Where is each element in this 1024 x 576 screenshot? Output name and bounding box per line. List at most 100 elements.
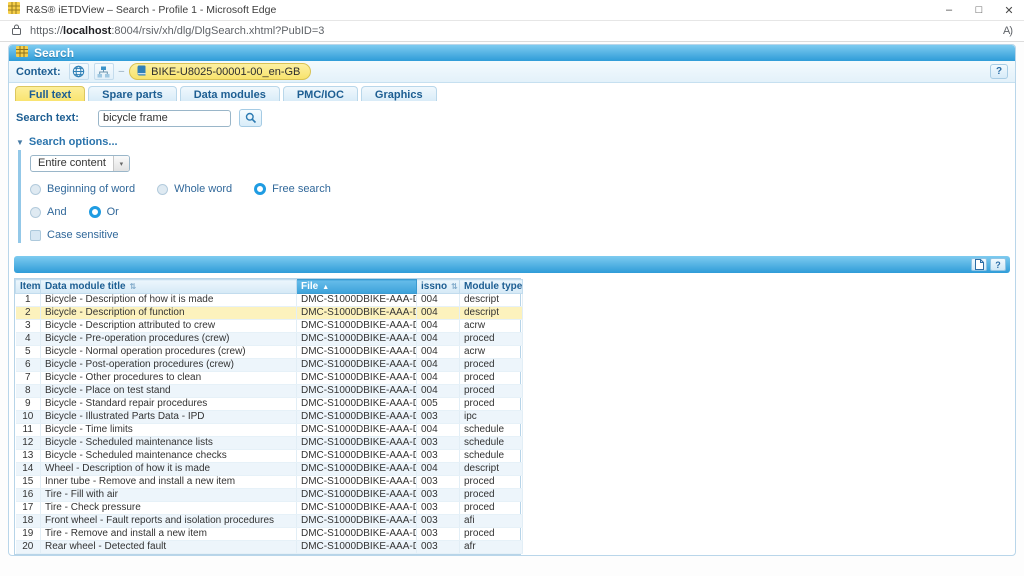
- scope-dropdown[interactable]: Entire content ▾: [30, 155, 130, 172]
- cell-file: DMC-S1000DBIKE-AAA-D00-00...: [297, 346, 417, 359]
- tab-spare-parts[interactable]: Spare parts: [88, 86, 177, 101]
- dropdown-arrow-icon[interactable]: ▾: [113, 156, 129, 171]
- cell-issno: 004: [417, 320, 460, 333]
- column-header-title[interactable]: Data module title⇅: [41, 280, 297, 294]
- checkbox-icon[interactable]: [30, 230, 41, 241]
- case-sensitive-option[interactable]: Case sensitive: [30, 229, 119, 241]
- app-favicon: [8, 1, 20, 19]
- cell-item: 13: [16, 450, 41, 463]
- table-row[interactable]: 10Bicycle - Illustrated Parts Data - IPD…: [16, 411, 523, 424]
- context-label: Context:: [16, 66, 61, 78]
- table-row[interactable]: 8Bicycle - Place on test standDMC-S1000D…: [16, 385, 523, 398]
- cell-file: DMC-S1000DBIKE-AAA-DA0-00...: [297, 463, 417, 476]
- read-aloud-icon[interactable]: A): [1003, 25, 1012, 37]
- match-mode-group: Beginning of word Whole word Free search: [30, 183, 1015, 195]
- cell-title: Tire - Fill with air: [41, 489, 297, 502]
- table-row[interactable]: 7Bicycle - Other procedures to cleanDMC-…: [16, 372, 523, 385]
- radio-and[interactable]: And: [30, 206, 67, 218]
- cell-issno: 003: [417, 541, 460, 554]
- radio-or[interactable]: Or: [89, 206, 119, 218]
- cell-file: DMC-S1000DBIKE-AAA-D00-00...: [297, 359, 417, 372]
- publication-context-button[interactable]: BIKE-U8025-00001-00_en-GB: [129, 63, 311, 80]
- table-row[interactable]: 19Tire - Remove and install a new itemDM…: [16, 528, 523, 541]
- cell-file: DMC-S1000DBIKE-AAA-DA0-10...: [297, 476, 417, 489]
- table-row[interactable]: 4Bicycle - Pre-operation procedures (cre…: [16, 333, 523, 346]
- tab-graphics[interactable]: Graphics: [361, 86, 437, 101]
- table-row[interactable]: 14Wheel - Description of how it is madeD…: [16, 463, 523, 476]
- tab-pmc-ioc[interactable]: PMC/IOC: [283, 86, 358, 101]
- cell-module-type: proced: [460, 333, 523, 346]
- table-row[interactable]: 13Bicycle - Scheduled maintenance checks…: [16, 450, 523, 463]
- results-help-button[interactable]: ?: [990, 258, 1006, 271]
- search-input[interactable]: [98, 110, 231, 127]
- table-row[interactable]: 15Inner tube - Remove and install a new …: [16, 476, 523, 489]
- radio-whole-word[interactable]: Whole word: [157, 183, 232, 195]
- close-button[interactable]: ✕: [994, 0, 1024, 20]
- sort-icon[interactable]: ⇅: [451, 282, 458, 291]
- table-row[interactable]: 6Bicycle - Post-operation procedures (cr…: [16, 359, 523, 372]
- cell-module-type: proced: [460, 372, 523, 385]
- cell-item: 10: [16, 411, 41, 424]
- radio-label: Whole word: [174, 183, 232, 195]
- column-header-file[interactable]: File▲: [297, 280, 417, 294]
- cell-module-type: proced: [460, 398, 523, 411]
- cell-title: Bicycle - Place on test stand: [41, 385, 297, 398]
- cell-file: DMC-S1000DBIKE-AAA-D00-00...: [297, 398, 417, 411]
- table-row[interactable]: 20Rear wheel - Detected faultDMC-S1000DB…: [16, 541, 523, 554]
- column-header-item[interactable]: Item: [16, 280, 41, 294]
- cell-file: DMC-S1000DBIKE-AAA-D00-00...: [297, 372, 417, 385]
- sort-icon[interactable]: ⇅: [130, 282, 137, 291]
- dialog-header: Search: [9, 45, 1015, 61]
- cell-item: 8: [16, 385, 41, 398]
- table-row[interactable]: 17Tire - Check pressureDMC-S1000DBIKE-AA…: [16, 502, 523, 515]
- radio-icon[interactable]: [30, 207, 41, 218]
- cell-item: 11: [16, 424, 41, 437]
- table-row[interactable]: 1Bicycle - Description of how it is made…: [16, 294, 523, 307]
- address-bar[interactable]: https://localhost:8004/rsiv/xh/dlg/DlgSe…: [0, 21, 1024, 42]
- table-row[interactable]: 9Bicycle - Standard repair proceduresDMC…: [16, 398, 523, 411]
- radio-free-search[interactable]: Free search: [254, 183, 331, 195]
- tab-label: Spare parts: [102, 89, 163, 101]
- cell-title: Bicycle - Normal operation procedures (c…: [41, 346, 297, 359]
- cell-item: 19: [16, 528, 41, 541]
- radio-icon[interactable]: [89, 206, 101, 218]
- table-row[interactable]: 2Bicycle - Description of functionDMC-S1…: [16, 307, 523, 320]
- column-header-module-type[interactable]: Module type⇅: [460, 280, 523, 294]
- radio-icon[interactable]: [157, 184, 168, 195]
- url-text[interactable]: https://localhost:8004/rsiv/xh/dlg/DlgSe…: [30, 25, 994, 37]
- tab-full-text[interactable]: Full text: [15, 86, 85, 101]
- cell-module-type: afi: [460, 515, 523, 528]
- cell-module-type: proced: [460, 385, 523, 398]
- cell-item: 12: [16, 437, 41, 450]
- sort-asc-icon[interactable]: ▲: [322, 284, 329, 291]
- search-options-toggle[interactable]: ▼ Search options...: [16, 136, 1015, 148]
- results-toolbar: ?: [14, 256, 1010, 273]
- lock-icon[interactable]: [12, 22, 21, 40]
- cell-issno: 005: [417, 398, 460, 411]
- tab-label: Graphics: [375, 89, 423, 101]
- table-row[interactable]: 12Bicycle - Scheduled maintenance listsD…: [16, 437, 523, 450]
- cell-module-type: ipc: [460, 411, 523, 424]
- tab-data-modules[interactable]: Data modules: [180, 86, 280, 101]
- context-bar: Context: – BIKE-U8025-00001-00_en-GB ?: [9, 61, 1015, 83]
- export-document-button[interactable]: [971, 258, 987, 271]
- search-tabs: Full text Spare parts Data modules PMC/I…: [9, 83, 1015, 101]
- hierarchy-button[interactable]: [94, 63, 114, 80]
- column-header-issno[interactable]: issno⇅: [417, 280, 460, 294]
- radio-icon[interactable]: [254, 183, 266, 195]
- context-help-button[interactable]: ?: [990, 64, 1008, 79]
- table-row[interactable]: 3Bicycle - Description attributed to cre…: [16, 320, 523, 333]
- table-row[interactable]: 5Bicycle - Normal operation procedures (…: [16, 346, 523, 359]
- cell-title: Bicycle - Scheduled maintenance lists: [41, 437, 297, 450]
- maximize-button[interactable]: □: [964, 0, 994, 20]
- search-button[interactable]: [239, 109, 262, 127]
- cell-item: 17: [16, 502, 41, 515]
- table-row[interactable]: 11Bicycle - Time limitsDMC-S1000DBIKE-AA…: [16, 424, 523, 437]
- globe-button[interactable]: [69, 63, 89, 80]
- minimize-button[interactable]: –: [934, 0, 964, 20]
- radio-beginning-of-word[interactable]: Beginning of word: [30, 183, 135, 195]
- table-row[interactable]: 16Tire - Fill with airDMC-S1000DBIKE-AAA…: [16, 489, 523, 502]
- table-row[interactable]: 18Front wheel - Fault reports and isolat…: [16, 515, 523, 528]
- radio-icon[interactable]: [30, 184, 41, 195]
- collapse-caret-icon: ▼: [16, 138, 24, 147]
